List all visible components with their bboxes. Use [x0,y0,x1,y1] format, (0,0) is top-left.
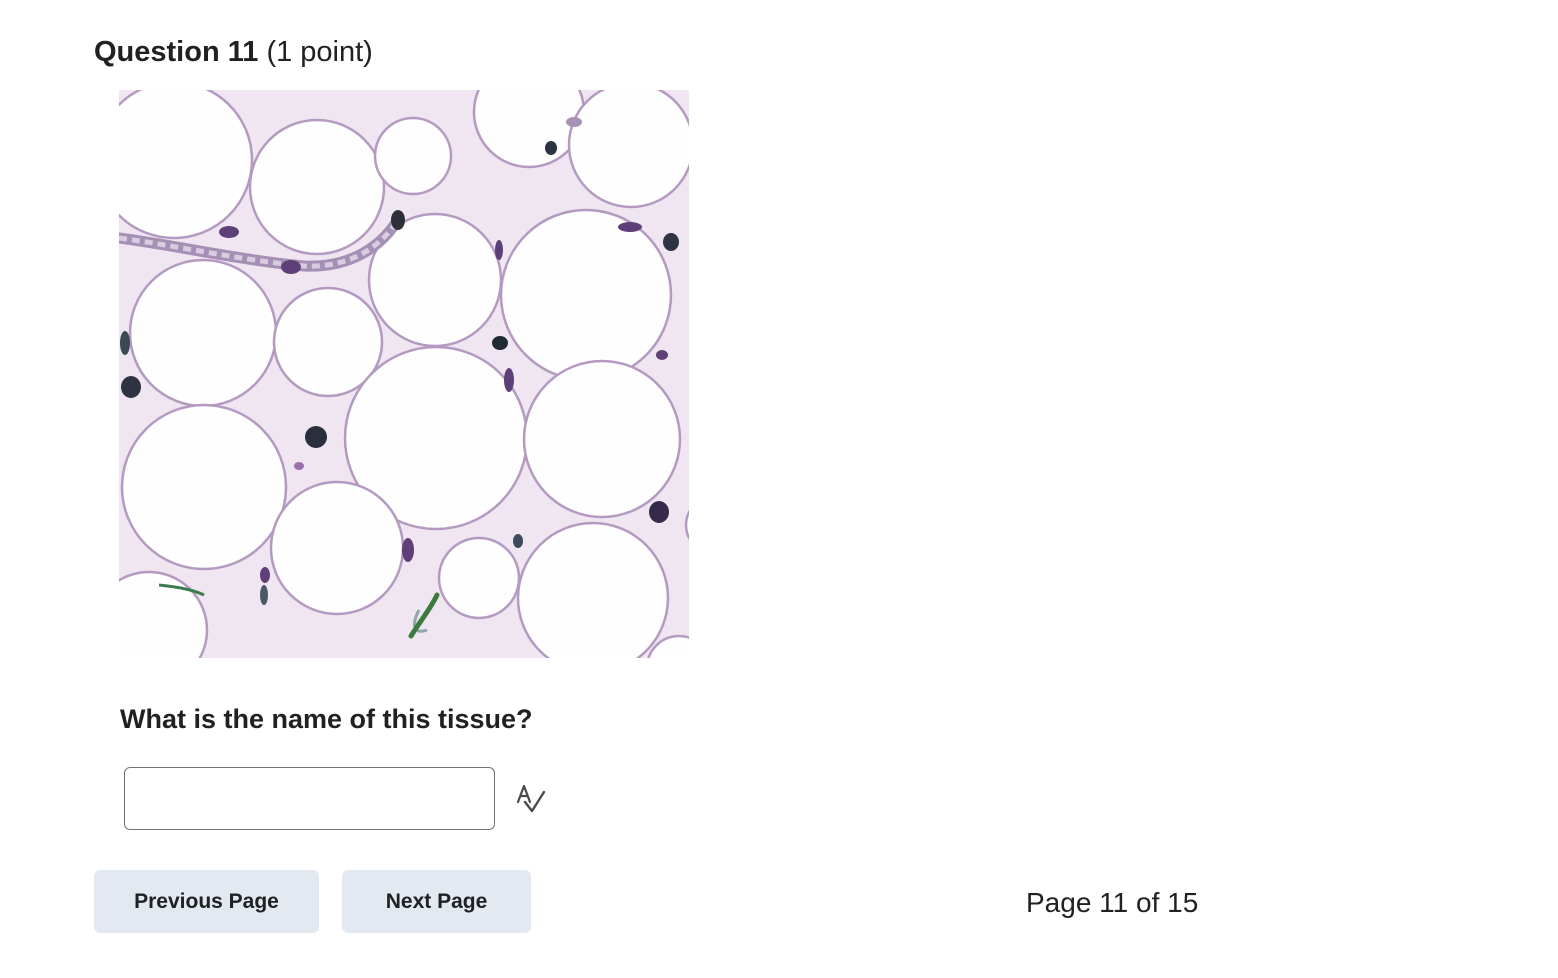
question-prompt: What is the name of this tissue? [120,704,533,734]
tissue-micrograph [119,90,689,658]
previous-page-button[interactable]: Previous Page [94,870,319,933]
question-title: Question 11 [94,36,259,68]
quiz-page: Question 11 (1 point) What is the name o… [0,0,1558,978]
next-page-button[interactable]: Next Page [342,870,531,933]
page-indicator: Page 11 of 15 [1026,887,1199,918]
question-header: Question 11 (1 point) [94,32,373,72]
answer-input[interactable] [124,767,495,830]
spellcheck-icon[interactable] [512,782,548,816]
question-points: (1 point) [266,36,373,68]
